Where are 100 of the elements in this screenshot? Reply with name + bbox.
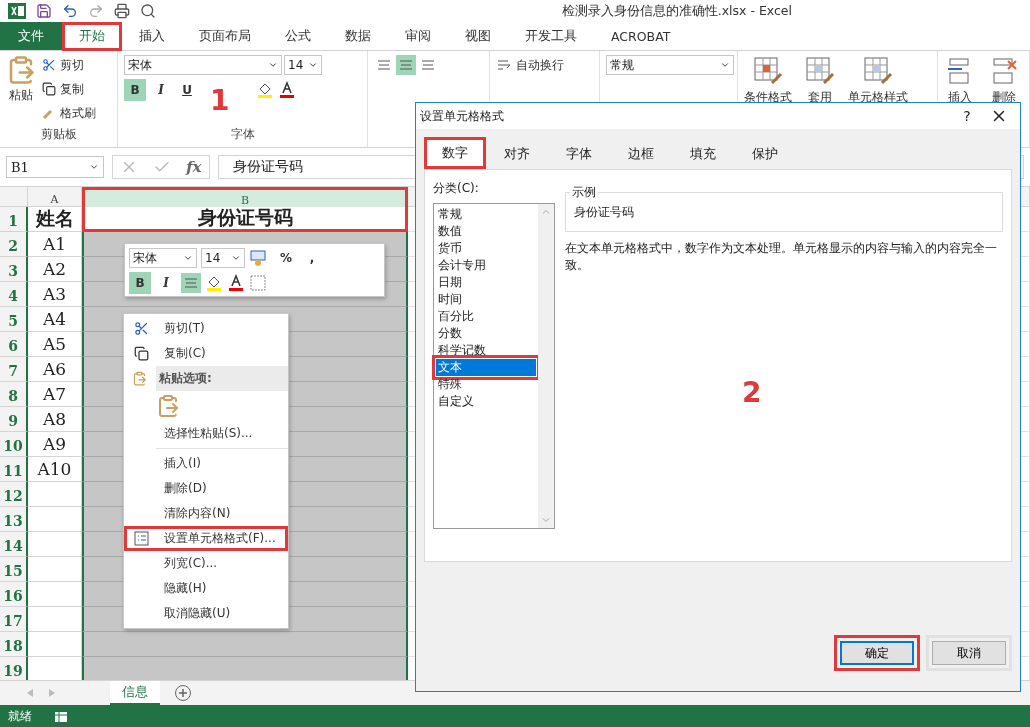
ribbon-tab[interactable]: 数据 <box>328 22 388 50</box>
category-item[interactable]: 会计专用 <box>436 257 536 274</box>
category-item[interactable]: 日期 <box>436 274 536 291</box>
percent-button[interactable]: % <box>275 247 297 269</box>
bold-button[interactable]: B <box>129 272 151 294</box>
font-color-icon[interactable] <box>278 81 296 99</box>
ok-button[interactable]: 确定 <box>834 635 920 671</box>
paste-values-icon[interactable] <box>156 394 180 418</box>
table-style-icon[interactable] <box>804 55 836 87</box>
font-name-field[interactable]: 宋体 <box>129 248 197 268</box>
italic-button[interactable]: I <box>155 272 177 294</box>
file-menu-tab[interactable]: 文件 <box>0 22 62 50</box>
redo-icon[interactable] <box>88 3 104 19</box>
row-header[interactable]: 5 <box>0 307 28 332</box>
context-menu-item[interactable]: 取消隐藏(U) <box>124 601 288 626</box>
copy-button[interactable]: 复制 <box>42 79 96 99</box>
number-format-field[interactable]: 常规 <box>606 55 734 75</box>
row-header[interactable]: 8 <box>0 382 28 407</box>
category-item[interactable]: 百分比 <box>436 308 536 325</box>
font-size-field[interactable]: 14 <box>201 248 245 268</box>
row-header[interactable]: 17 <box>0 607 28 632</box>
context-menu-item[interactable]: 删除(D) <box>124 476 288 501</box>
category-item[interactable]: 货币 <box>436 240 536 257</box>
group-label: 剪贴板 <box>39 126 78 143</box>
category-list[interactable]: 常规 数值 货币 会计专用 日期 时间 百分比 分数 科学记数 文本 特殊 自定义 <box>433 203 555 529</box>
help-button[interactable]: ? <box>952 108 982 124</box>
context-menu-item[interactable]: 隐藏(H) <box>124 576 288 601</box>
row-header[interactable]: 10 <box>0 432 28 457</box>
name-box[interactable]: B1 <box>6 156 104 178</box>
format-painter-button[interactable]: 格式刷 <box>42 103 96 123</box>
ribbon-tab[interactable]: 视图 <box>448 22 508 50</box>
context-menu-item[interactable]: 剪切(T) <box>124 316 288 341</box>
category-item[interactable]: 特殊 <box>436 376 536 393</box>
cut-button[interactable]: 剪切 <box>42 55 96 75</box>
ribbon-tab[interactable]: 页面布局 <box>182 22 268 50</box>
cells-button[interactable]: 插入 <box>944 55 976 106</box>
ribbon-tab[interactable]: 开始 <box>62 22 122 51</box>
print-preview-icon[interactable] <box>140 3 156 19</box>
font-name-field[interactable]: 宋体 <box>124 55 282 75</box>
row-header[interactable]: 18 <box>0 632 28 657</box>
row-header[interactable]: 2 <box>0 232 28 257</box>
category-item[interactable]: 分数 <box>436 325 536 342</box>
fill-color-icon[interactable] <box>205 274 223 292</box>
context-menu-item[interactable]: 列宽(C)... <box>124 551 288 576</box>
styles-button[interactable]: 条件格式 <box>744 55 792 106</box>
font-size-field[interactable]: 14 <box>284 55 322 75</box>
column-header[interactable]: B <box>82 187 408 207</box>
context-menu-item[interactable]: 插入(I) <box>124 451 288 476</box>
sheet-tab[interactable]: 信息 <box>110 681 160 705</box>
row-header[interactable]: 6 <box>0 332 28 357</box>
row-header[interactable]: 15 <box>0 557 28 582</box>
wrap-text-button[interactable]: 自动换行 <box>496 55 593 75</box>
context-menu-item[interactable]: 清除内容(N) <box>124 501 288 526</box>
fill-color-icon[interactable] <box>256 81 274 99</box>
ribbon-tab[interactable]: 公式 <box>268 22 328 50</box>
font-color-icon[interactable] <box>227 274 245 292</box>
row-header[interactable]: 13 <box>0 507 28 532</box>
row-header[interactable]: 9 <box>0 407 28 432</box>
sample-value: 身份证号码 <box>574 203 634 221</box>
category-item[interactable]: 数值 <box>436 223 536 240</box>
undo-icon[interactable] <box>62 3 78 19</box>
bold-button[interactable]: B <box>124 79 146 101</box>
print-icon[interactable] <box>114 3 130 19</box>
underline-button[interactable]: U <box>176 79 198 101</box>
italic-button[interactable]: I <box>150 79 172 101</box>
dialog-tab[interactable]: 数字 <box>424 137 486 169</box>
paste-button[interactable]: 粘贴 <box>6 55 36 126</box>
row-header[interactable]: 7 <box>0 357 28 382</box>
wrap-text-icon <box>496 57 512 73</box>
row-header[interactable]: 16 <box>0 582 28 607</box>
row-header[interactable]: 3 <box>0 257 28 282</box>
ribbon-tab[interactable]: 插入 <box>122 22 182 50</box>
styles-button[interactable]: 套用 <box>804 55 836 106</box>
comma-button[interactable]: , <box>301 247 323 269</box>
row-header[interactable]: 14 <box>0 532 28 557</box>
insert-function-button[interactable]: fx <box>186 158 202 176</box>
row-header[interactable]: 19 <box>0 657 28 680</box>
row-header[interactable]: 11 <box>0 457 28 482</box>
table-style-icon[interactable] <box>862 55 894 87</box>
table-style-icon[interactable] <box>752 55 784 87</box>
paste-icon <box>132 371 147 386</box>
row-header[interactable]: 4 <box>0 282 28 307</box>
context-menu-item[interactable]: 复制(C) <box>124 341 288 366</box>
category-item[interactable]: 常规 <box>436 206 536 223</box>
context-menu-item[interactable]: 选择性粘贴(S)... <box>124 421 288 446</box>
context-menu-item[interactable]: 设置单元格格式(F)... <box>124 526 288 551</box>
styles-button[interactable]: 单元格样式 <box>848 55 908 106</box>
cancel-button[interactable]: 取消 <box>926 635 1012 671</box>
ribbon-tab[interactable]: ACROBAT <box>594 22 688 50</box>
row-header[interactable]: 12 <box>0 482 28 507</box>
ribbon-tab[interactable]: 开发工具 <box>508 22 594 50</box>
save-icon[interactable] <box>36 3 52 19</box>
ribbon-tab[interactable]: 审阅 <box>388 22 448 50</box>
column-header[interactable]: A <box>28 187 82 207</box>
category-item[interactable]: 时间 <box>436 291 536 308</box>
excel-logo-icon[interactable] <box>8 3 26 19</box>
row-header[interactable]: 1 <box>0 207 28 232</box>
cells-button[interactable]: 删除 <box>988 55 1020 106</box>
category-item[interactable]: 自定义 <box>436 393 536 410</box>
category-item[interactable]: 科学记数 <box>436 342 536 359</box>
